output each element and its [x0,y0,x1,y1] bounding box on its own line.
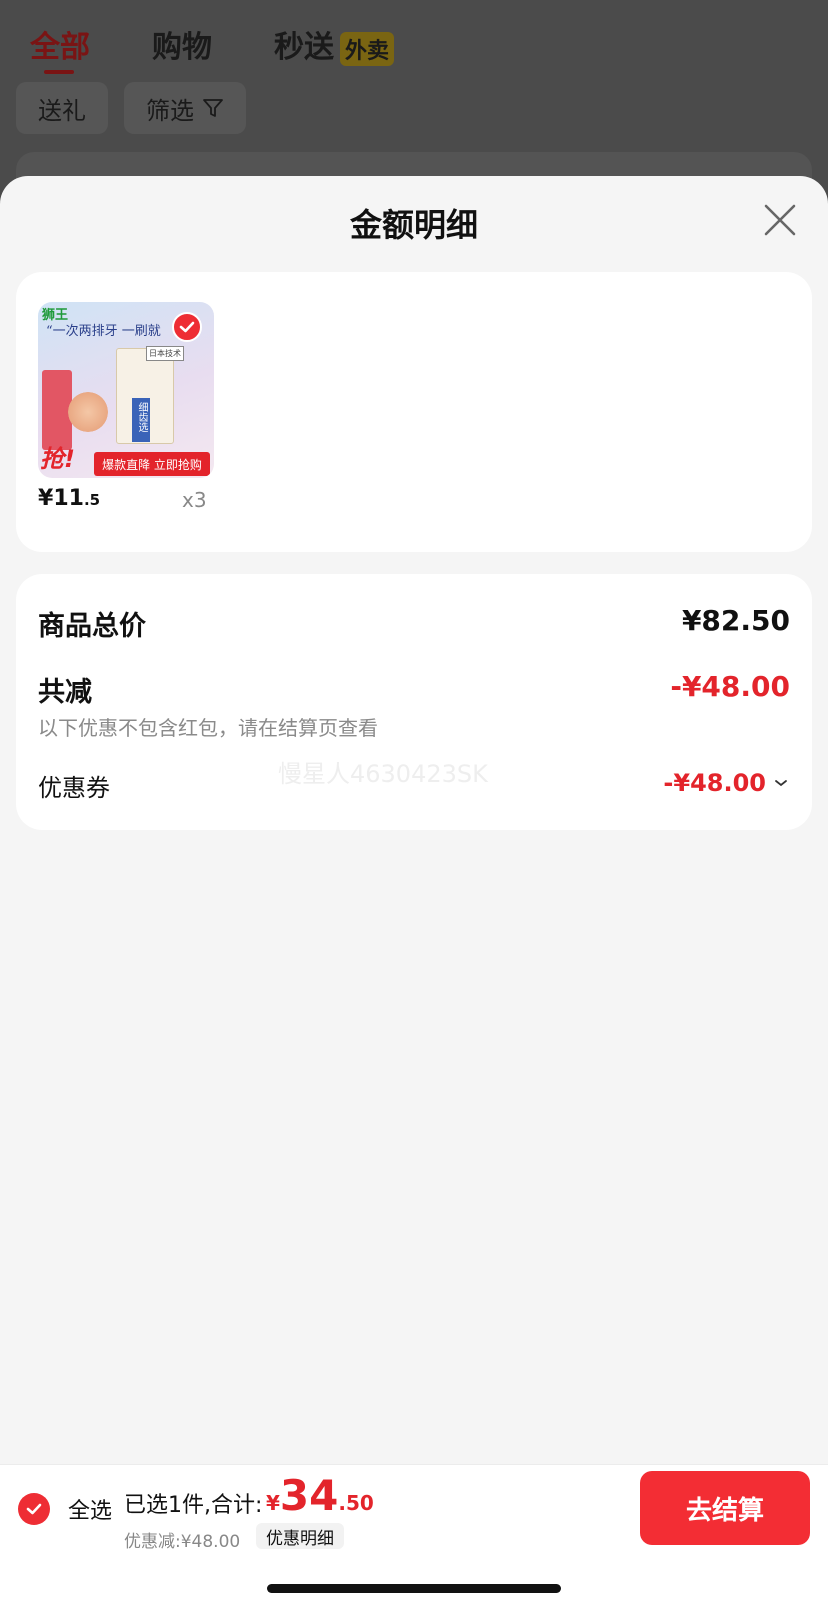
checkout-bar: 全选 已选1件,合计: ¥34.50 优惠减:¥48.00 优惠明细 去结算 [0,1464,828,1554]
discount-detail-button[interactable]: 优惠明细 [256,1523,344,1549]
product-image[interactable]: 狮王 “一次两排牙 一刷就 日本技术 细齿选 抢! 爆款直降 立即抢购 [38,302,214,478]
coupon-value-toggle[interactable]: -¥48.00 [663,769,788,797]
home-indicator-area [0,1554,828,1617]
product-selected-check[interactable] [172,312,202,342]
product-price-integer: 11 [53,486,84,511]
tab-express[interactable]: 秒送 外卖 [274,22,395,66]
total-decimal: .50 [338,1491,374,1515]
check-icon [26,1503,42,1515]
reduction-value: -¥48.00 [670,670,790,703]
summary-card: 商品总价 ¥82.50 共减 -¥48.00 以下优惠不包含红包，请在结算页查看… [16,574,812,830]
product-price-currency: ¥ [38,486,54,511]
filter-row: 送礼 筛选 [16,82,262,134]
product-price: ¥11.5 [38,486,100,511]
product-image-banner: 爆款直降 立即抢购 [94,452,210,476]
close-icon [764,204,796,236]
discount-note: 以下优惠不包含红包，请在结算页查看 [38,716,378,740]
total-currency: ¥ [266,1491,280,1515]
tab-shopping[interactable]: 购物 [152,22,212,66]
home-indicator[interactable] [267,1584,561,1593]
background-page: 全部 购物 秒送 外卖 送礼 筛选 [0,0,828,212]
total-amount: ¥34.50 [266,1471,374,1520]
product-quantity: x3 [182,488,207,512]
select-all-label[interactable]: 全选 [68,1493,112,1525]
chevron-down-icon [775,780,787,787]
product-image-pack-side: 细齿选 [136,402,147,432]
reduction-label: 共减 [38,677,92,708]
product-image-slogan: “一次两排牙 一刷就 [46,324,161,339]
toothbrush-head-graphic [68,392,108,432]
selected-summary: 已选1件,合计: [124,1493,263,1518]
filter-label: 筛选 [146,96,194,125]
gift-filter-label: 送礼 [38,96,86,125]
checkout-button[interactable]: 去结算 [640,1471,810,1545]
takeout-badge: 外卖 [340,31,395,66]
total-integer: 34 [279,1471,339,1520]
check-icon [179,321,195,333]
product-image-pack-label: 日本技术 [146,346,184,361]
product-card: 狮王 “一次两排牙 一刷就 日本技术 细齿选 抢! 爆款直降 立即抢购 ¥11.… [16,272,812,552]
discount-amount: 优惠减:¥48.00 [124,1532,241,1552]
amount-detail-sheet: 金额明细 狮王 “一次两排牙 一刷就 日本技术 细齿选 抢! 爆款直降 立即抢购… [0,176,828,1464]
close-button[interactable] [762,202,798,238]
tab-express-label: 秒送 [274,30,334,65]
sheet-title: 金额明细 [349,206,478,244]
tab-all[interactable]: 全部 [30,22,90,74]
watermark: 慢星人4630423SK [278,760,488,788]
funnel-icon [203,99,223,117]
gift-filter-chip[interactable]: 送礼 [16,82,108,134]
select-all-checkbox[interactable] [18,1493,50,1525]
product-price-decimal: .5 [83,491,101,509]
total-price-value: ¥82.50 [681,604,790,637]
product-image-grab: 抢! [40,445,75,473]
coupon-value: -¥48.00 [663,769,766,797]
coupon-label: 优惠券 [38,774,110,802]
total-price-label: 商品总价 [38,611,146,642]
filter-chip[interactable]: 筛选 [124,82,246,134]
top-tabs: 全部 购物 秒送 外卖 [30,22,456,74]
